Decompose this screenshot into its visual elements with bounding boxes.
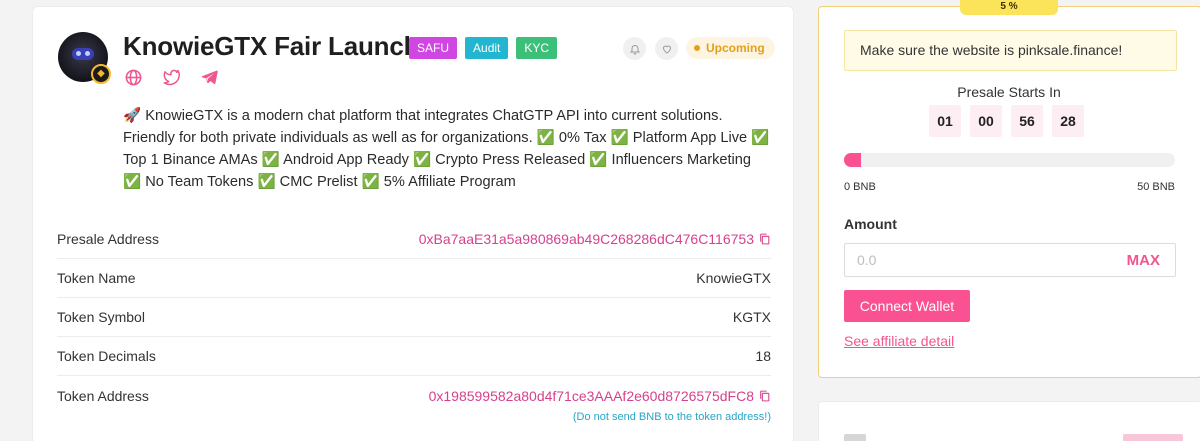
token-address-warning: (Do not send BNB to the token address!) — [572, 411, 771, 423]
progress-max-label: 50 BNB — [1137, 181, 1175, 193]
connect-wallet-button[interactable]: Connect Wallet — [844, 290, 970, 322]
presale-address-value[interactable]: 0xBa7aaE31a5a980869ab49C268286dC476C1167… — [419, 231, 771, 247]
table-row-token-decimals: Token Decimals 18 — [57, 337, 771, 376]
bell-icon — [629, 44, 640, 54]
countdown-minutes: 56 — [1011, 105, 1043, 137]
token-symbol-value: KGTX — [732, 309, 771, 325]
copy-icon[interactable] — [758, 232, 771, 246]
table-row-token-name: Token Name KnowieGTX — [57, 259, 771, 298]
token-details-table: Presale Address 0xBa7aaE31a5a980869ab49C… — [57, 220, 771, 423]
table-row-token-address: Token Address 0x198599582a80d4f71ce3AAAf… — [57, 376, 771, 415]
project-description: 🚀 KnowieGTX is a modern chat platform th… — [123, 108, 770, 190]
notification-button[interactable] — [623, 37, 646, 60]
bnb-chain-badge-icon: ◆ — [91, 64, 111, 84]
pool-status-card — [818, 401, 1200, 441]
progress-min-label: 0 BNB — [844, 181, 876, 193]
pool-info-card: ◆ KnowieGTX Fair Launch SAFU Audit KYC U… — [32, 6, 794, 441]
status-value-stub — [1123, 434, 1183, 441]
presale-card: Make sure the website is pinksale.financ… — [818, 6, 1200, 378]
kyc-badge[interactable]: KYC — [516, 37, 558, 59]
table-row-presale-address: Presale Address 0xBa7aaE31a5a980869ab49C… — [57, 220, 771, 259]
project-logo: ◆ — [58, 32, 111, 84]
token-decimals-label: Token Decimals — [57, 348, 156, 364]
status-label-stub — [844, 434, 866, 441]
token-decimals-value: 18 — [755, 348, 771, 364]
status-text: Upcoming — [706, 41, 765, 55]
amount-label: Amount — [844, 216, 897, 232]
page-title: KnowieGTX Fair Launch — [123, 31, 420, 61]
website-notice: Make sure the website is pinksale.financ… — [844, 30, 1177, 71]
favorite-button[interactable] — [655, 37, 678, 60]
heart-icon — [662, 45, 671, 54]
robot-face-icon — [72, 48, 94, 60]
token-name-label: Token Name — [57, 270, 136, 286]
amount-input[interactable] — [857, 252, 1057, 268]
globe-icon[interactable] — [123, 67, 143, 87]
countdown-hours: 00 — [970, 105, 1002, 137]
presale-starts-label: Presale Starts In — [957, 84, 1061, 100]
social-links — [123, 67, 219, 87]
safu-badge[interactable]: SAFU — [409, 37, 458, 59]
affiliate-detail-link[interactable]: See affiliate detail — [844, 333, 954, 349]
presale-progress-fill — [844, 153, 861, 167]
token-name-value: KnowieGTX — [696, 270, 771, 286]
telegram-icon[interactable] — [199, 67, 219, 87]
countdown-seconds: 28 — [1052, 105, 1084, 137]
max-button[interactable]: MAX — [1127, 252, 1160, 269]
audit-badge[interactable]: Audit — [465, 37, 509, 59]
twitter-icon[interactable] — [161, 67, 181, 87]
presale-address-label: Presale Address — [57, 231, 159, 247]
table-row-token-symbol: Token Symbol KGTX — [57, 298, 771, 337]
token-address-link[interactable]: 0x198599582a80d4f71ce3AAAf2e60d8726575dF… — [429, 388, 754, 404]
badge-group: SAFU Audit KYC — [409, 37, 558, 59]
token-symbol-label: Token Symbol — [57, 309, 145, 325]
presale-progress-bar — [844, 153, 1175, 167]
amount-field[interactable]: MAX — [844, 243, 1176, 277]
status-badge: Upcoming — [686, 37, 775, 59]
countdown-timer: 01 00 56 28 — [929, 105, 1084, 137]
copy-icon[interactable] — [758, 389, 771, 403]
token-address-label: Token Address — [57, 387, 149, 404]
countdown-days: 01 — [929, 105, 961, 137]
token-address-value[interactable]: 0x198599582a80d4f71ce3AAAf2e60d8726575dF… — [429, 388, 771, 404]
presale-address-link[interactable]: 0xBa7aaE31a5a980869ab49C268286dC476C1167… — [419, 231, 754, 247]
progress-percent-badge: 5 % — [960, 0, 1058, 15]
status-dot-icon — [694, 45, 700, 51]
